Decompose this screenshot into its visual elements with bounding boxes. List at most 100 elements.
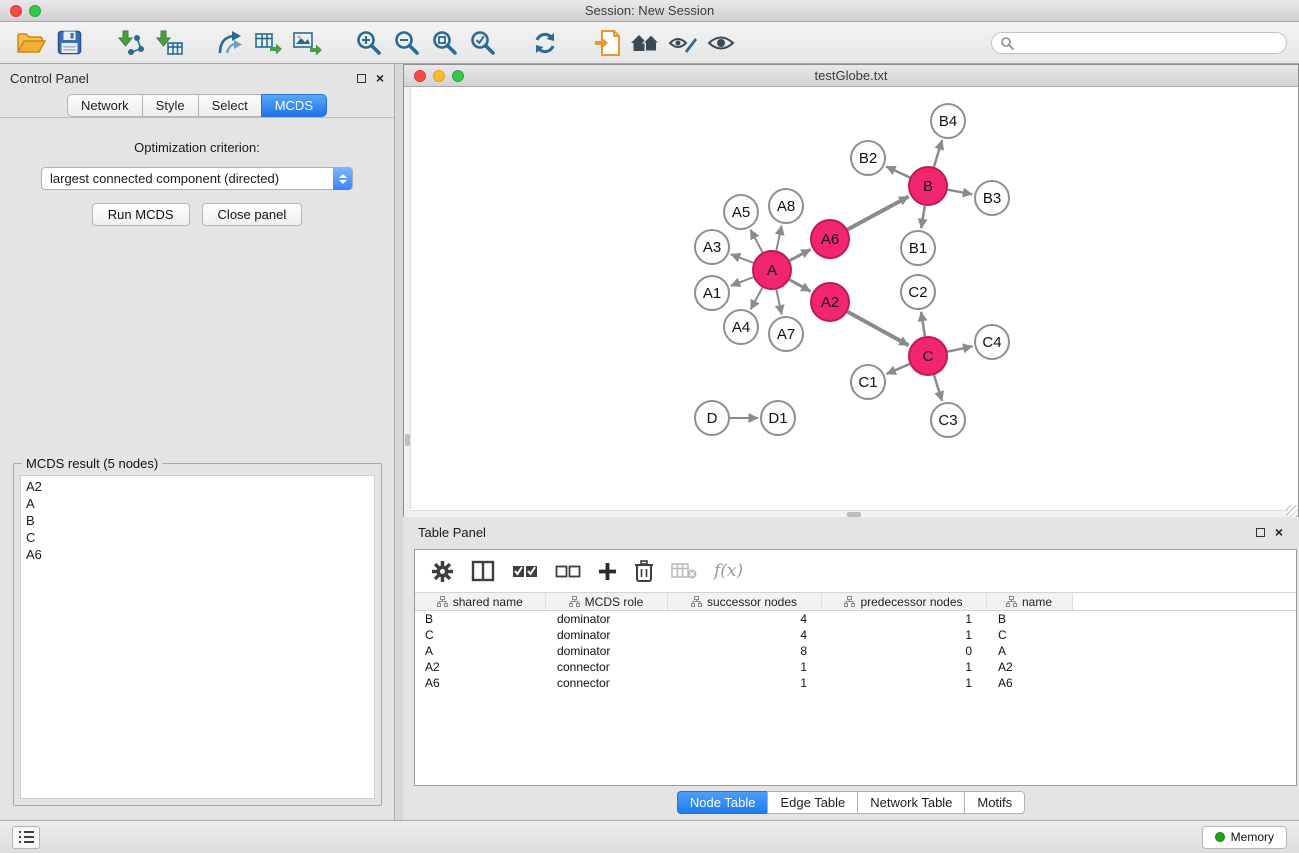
table-cell[interactable]: dominator xyxy=(545,611,667,627)
tab-select[interactable]: Select xyxy=(198,94,261,117)
delete-table-button[interactable] xyxy=(671,553,697,589)
network-minimize-button[interactable] xyxy=(433,70,445,82)
network-close-button[interactable] xyxy=(414,70,426,82)
table-cell[interactable]: B xyxy=(415,611,545,627)
table-cell[interactable]: 1 xyxy=(821,675,986,691)
node-B3[interactable]: B3 xyxy=(975,181,1009,215)
table-cell[interactable]: 0 xyxy=(821,643,986,659)
table-cell[interactable]: 1 xyxy=(821,659,986,675)
tab-network-table[interactable]: Network Table xyxy=(857,791,964,814)
close-panel-icon[interactable]: × xyxy=(376,73,384,83)
edge-C-C2[interactable] xyxy=(921,312,925,336)
column-header-name[interactable]: name xyxy=(986,593,1072,611)
mcds-result-item[interactable]: A2 xyxy=(21,478,374,495)
optimization-criterion-select[interactable]: largest connected component (directed) xyxy=(41,167,353,190)
select-all-button[interactable] xyxy=(512,553,538,589)
table-row[interactable]: Cdominator41C xyxy=(415,627,1296,643)
table-row[interactable]: A2connector11A2 xyxy=(415,659,1296,675)
zoom-selected-button[interactable] xyxy=(464,25,502,61)
node-A[interactable]: A xyxy=(753,251,791,289)
mcds-result-item[interactable]: B xyxy=(21,512,374,529)
mcds-result-item[interactable]: C xyxy=(21,529,374,546)
node-B1[interactable]: B1 xyxy=(901,231,935,265)
dropdown-stepper-icon[interactable] xyxy=(333,167,352,190)
node-D1[interactable]: D1 xyxy=(761,401,795,435)
tab-network[interactable]: Network xyxy=(67,94,142,117)
tab-node-table[interactable]: Node Table xyxy=(677,791,768,814)
node-A3[interactable]: A3 xyxy=(695,230,729,264)
edge-A6-B[interactable] xyxy=(848,197,909,230)
import-table-file-button[interactable] xyxy=(150,25,188,61)
node-C3[interactable]: C3 xyxy=(931,403,965,437)
import-network-file-button[interactable] xyxy=(112,25,150,61)
table-cell[interactable]: 1 xyxy=(821,611,986,627)
table-cell[interactable]: B xyxy=(986,611,1072,627)
tab-mcds[interactable]: MCDS xyxy=(261,94,327,117)
edge-B-B4[interactable] xyxy=(934,140,942,167)
table-row[interactable]: A6connector11A6 xyxy=(415,675,1296,691)
resize-grip[interactable] xyxy=(1286,505,1298,517)
function-builder-button[interactable]: f(x) xyxy=(714,561,743,581)
node-A6[interactable]: A6 xyxy=(811,220,849,258)
node-C[interactable]: C xyxy=(909,337,947,375)
zoom-in-button[interactable] xyxy=(350,25,388,61)
table-cell[interactable]: A2 xyxy=(986,659,1072,675)
mcds-result-list[interactable]: A2ABCA6 xyxy=(20,475,375,799)
edge-A-A6[interactable] xyxy=(790,249,811,260)
column-header-MCDS-role[interactable]: MCDS role xyxy=(545,593,667,611)
tab-motifs[interactable]: Motifs xyxy=(964,791,1025,814)
search-input[interactable] xyxy=(1019,36,1278,50)
node-B[interactable]: B xyxy=(909,167,947,205)
edge-C-C4[interactable] xyxy=(948,346,973,351)
column-header-predecessor-nodes[interactable]: predecessor nodes xyxy=(821,593,986,611)
node-B2[interactable]: B2 xyxy=(851,141,885,175)
node-A8[interactable]: A8 xyxy=(769,189,803,223)
add-button[interactable] xyxy=(598,553,617,589)
mcds-result-item[interactable]: A6 xyxy=(21,546,374,563)
close-panel-button[interactable]: Close panel xyxy=(202,203,303,226)
zoom-window-button[interactable] xyxy=(29,5,41,17)
zoom-fit-button[interactable] xyxy=(426,25,464,61)
node-A2[interactable]: A2 xyxy=(811,283,849,321)
node-D[interactable]: D xyxy=(695,401,729,435)
float-panel-icon[interactable] xyxy=(357,74,366,83)
annotation-button[interactable] xyxy=(664,25,702,61)
node-A5[interactable]: A5 xyxy=(724,195,758,229)
table-settings-button[interactable] xyxy=(431,553,454,589)
network-view[interactable]: B4B2BB3A5A8A6B1A3AC2A1A2A4A7C4CC1C3DD1 xyxy=(404,87,1298,517)
table-cell[interactable]: A6 xyxy=(415,675,545,691)
export-table-button[interactable] xyxy=(250,25,288,61)
table-cell[interactable]: C xyxy=(986,627,1072,643)
refresh-button[interactable] xyxy=(526,25,564,61)
show-column-button[interactable] xyxy=(471,553,495,589)
table-cell[interactable]: 1 xyxy=(667,675,821,691)
node-A7[interactable]: A7 xyxy=(769,317,803,351)
node-C4[interactable]: C4 xyxy=(975,325,1009,359)
table-cell[interactable]: A xyxy=(415,643,545,659)
copy-document-button[interactable] xyxy=(588,25,626,61)
run-mcds-button[interactable]: Run MCDS xyxy=(92,203,190,226)
edge-A-A2[interactable] xyxy=(790,280,811,292)
node-A1[interactable]: A1 xyxy=(695,276,729,310)
edge-A-A4[interactable] xyxy=(751,288,763,310)
open-file-button[interactable] xyxy=(12,25,50,61)
edge-B-B1[interactable] xyxy=(921,206,925,229)
node-C1[interactable]: C1 xyxy=(851,365,885,399)
table-cell[interactable]: A2 xyxy=(415,659,545,675)
delete-button[interactable] xyxy=(634,553,654,589)
edge-B-B2[interactable] xyxy=(886,167,910,178)
table-cell[interactable]: 1 xyxy=(667,659,821,675)
tab-style[interactable]: Style xyxy=(142,94,198,117)
edge-C-C1[interactable] xyxy=(886,364,909,374)
table-cell[interactable]: A xyxy=(986,643,1072,659)
vertical-scrollbar[interactable] xyxy=(404,87,411,509)
table-cell[interactable]: C xyxy=(415,627,545,643)
edge-A2-C[interactable] xyxy=(848,312,909,346)
column-header-successor-nodes[interactable]: successor nodes xyxy=(667,593,821,611)
edge-A-A7[interactable] xyxy=(776,290,781,315)
node-A4[interactable]: A4 xyxy=(724,310,758,344)
show-panels-button[interactable] xyxy=(12,826,40,849)
table-cell[interactable]: 8 xyxy=(667,643,821,659)
table-cell[interactable]: dominator xyxy=(545,627,667,643)
memory-button[interactable]: Memory xyxy=(1202,826,1287,849)
